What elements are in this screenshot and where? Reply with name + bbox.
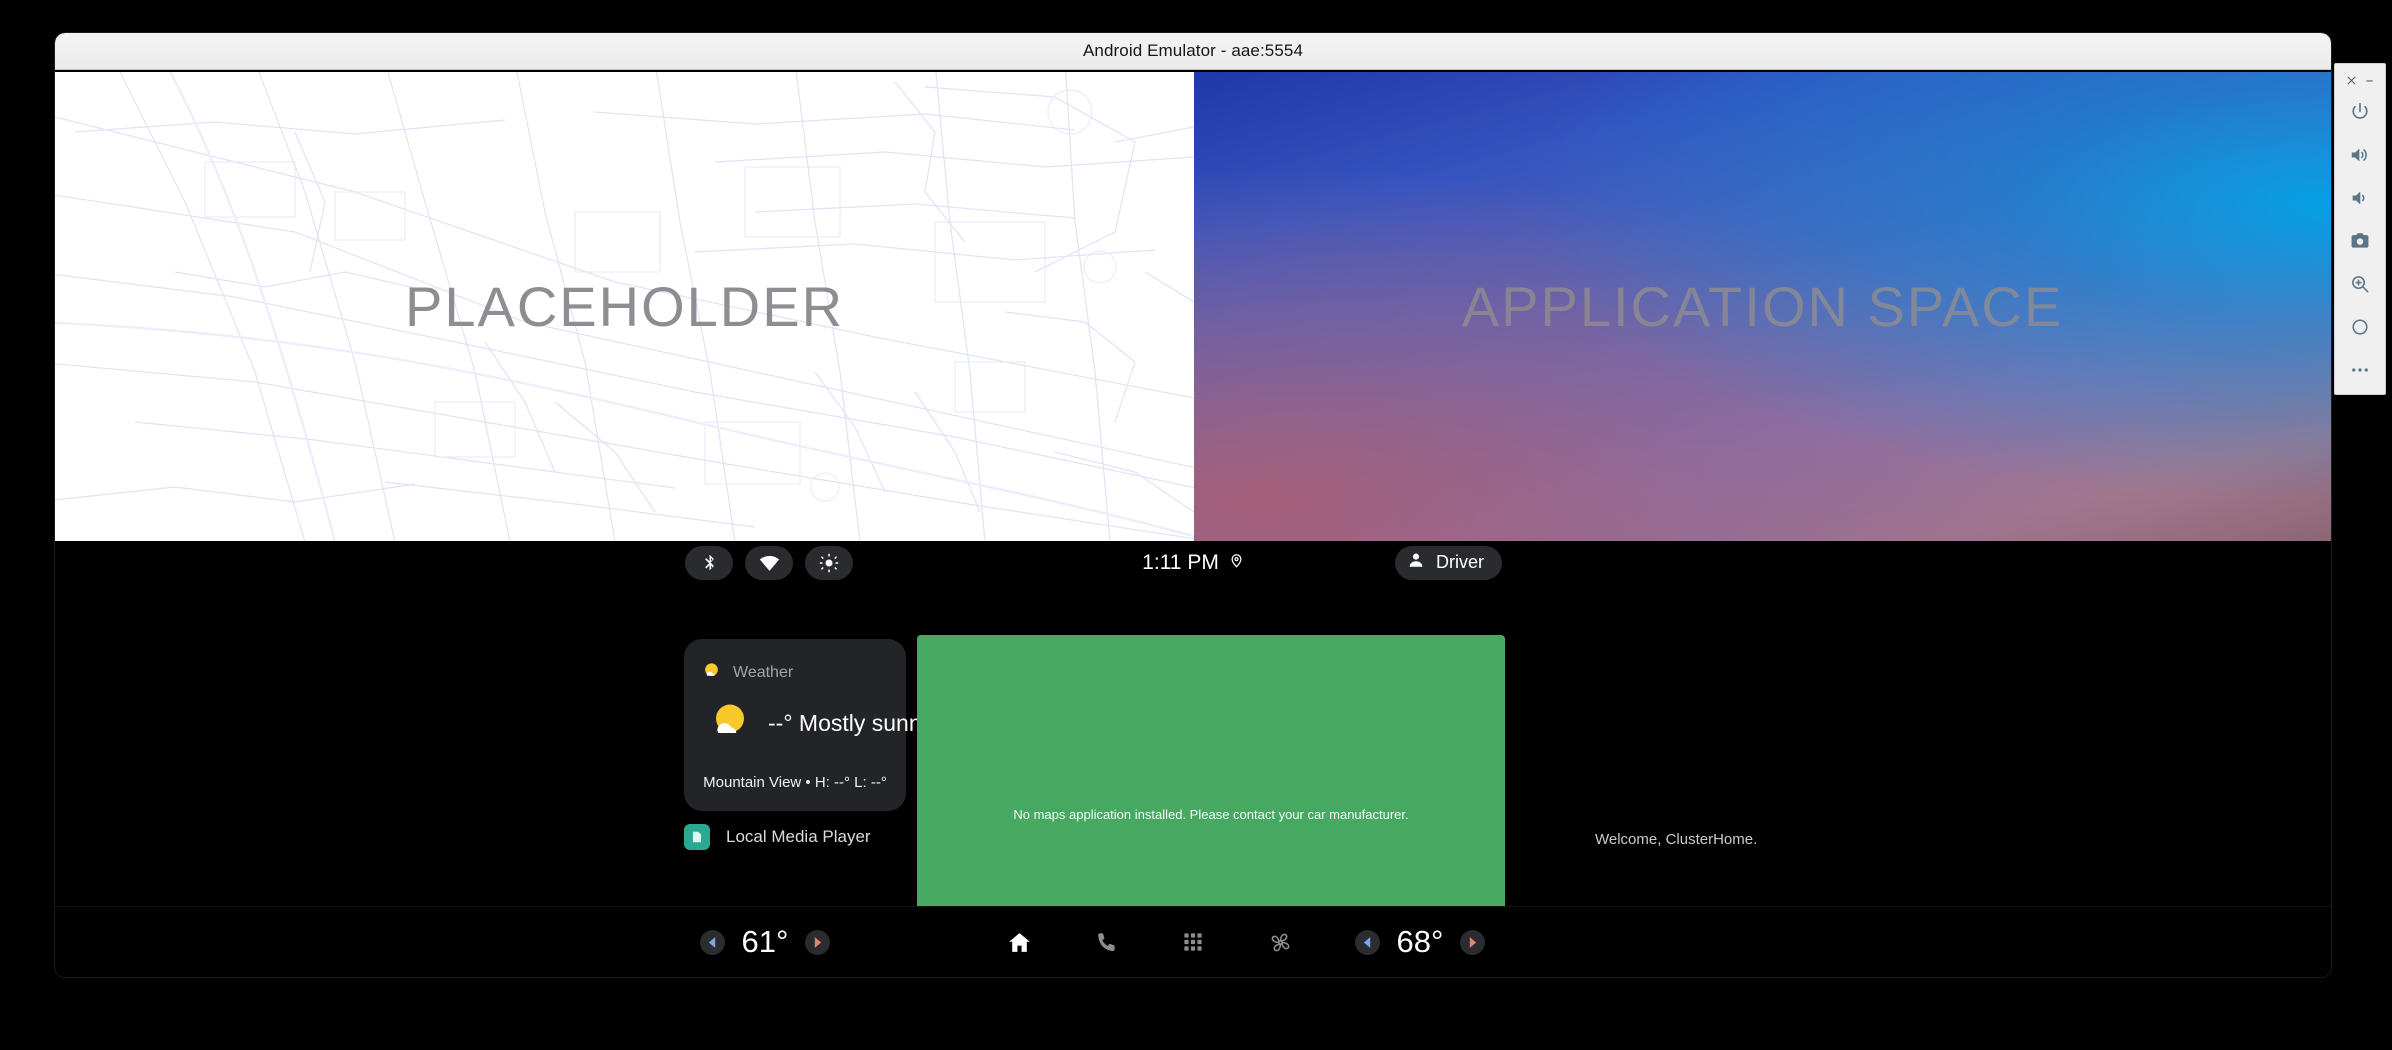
weather-card-main: --° Mostly sunny	[710, 701, 933, 746]
circle-icon[interactable]	[2340, 308, 2380, 346]
maps-empty-message: No maps application installed. Please co…	[1013, 806, 1409, 822]
nav-apps-button[interactable]	[1173, 922, 1213, 962]
screen-root: Android Emulator - aae:5554 PLACEHOLDER …	[0, 0, 2392, 1050]
weather-location-highlow: Mountain View • H: --° L: --°	[703, 774, 887, 791]
close-icon[interactable]	[2344, 73, 2358, 87]
emulator-window: Android Emulator - aae:5554 PLACEHOLDER …	[55, 33, 2331, 977]
top-panes: PLACEHOLDER APPLICATION SPACE	[55, 72, 2331, 541]
weather-condition: --° Mostly sunny	[768, 710, 934, 736]
ellipsis-icon[interactable]	[2340, 351, 2380, 389]
nav-phone-button[interactable]	[1086, 922, 1126, 962]
camera-icon[interactable]	[2340, 222, 2380, 260]
map-streets-graphic	[55, 72, 1194, 541]
weather-card-header: Weather	[702, 661, 793, 685]
bottom-nav-bar: 61° 68°	[55, 906, 2331, 977]
user-profile-label: Driver	[1436, 552, 1484, 572]
cluster-welcome-message: Welcome, ClusterHome.	[1595, 831, 1758, 848]
media-app-icon	[684, 824, 710, 850]
partly-sunny-icon-small	[702, 661, 721, 685]
clock: 1:11 PM	[1142, 550, 1219, 574]
volume-up-icon[interactable]	[2340, 136, 2380, 174]
nav-icon-group	[55, 922, 2331, 962]
passenger-temp-decrease-button[interactable]	[1355, 929, 1380, 955]
local-media-player-label: Local Media Player	[726, 827, 871, 846]
nav-home-button[interactable]	[999, 922, 1039, 962]
window-titlebar[interactable]: Android Emulator - aae:5554	[55, 33, 2331, 70]
window-title: Android Emulator - aae:5554	[1082, 41, 1304, 60]
map-placeholder-pane[interactable]: PLACEHOLDER	[55, 72, 1194, 541]
nav-climate-fan-button[interactable]	[1260, 922, 1300, 962]
passenger-temp-increase-button[interactable]	[1460, 929, 1485, 955]
user-profile-button[interactable]: Driver	[1395, 545, 1502, 580]
emulator-side-toolbar	[2334, 63, 2386, 395]
status-center: 1:11 PM	[55, 551, 2331, 575]
device-screen: PLACEHOLDER APPLICATION SPACE 1:11 PM Dr…	[55, 72, 2331, 977]
status-bar: 1:11 PM Driver	[55, 541, 2331, 584]
weather-card[interactable]: Weather --° Mostly sunny Mountain View •…	[684, 639, 933, 811]
passenger-temp-value: 68°	[1396, 924, 1444, 959]
app-pane-label: APPLICATION SPACE	[1461, 275, 2064, 338]
local-media-player-item[interactable]: Local Media Player	[684, 824, 871, 850]
status-right: Driver	[1395, 545, 1502, 580]
toolbar-window-buttons	[2335, 64, 2385, 87]
volume-down-icon[interactable]	[2340, 179, 2380, 217]
application-space-pane[interactable]: APPLICATION SPACE	[1194, 72, 2331, 541]
toolbar-buttons	[2335, 93, 2385, 389]
home-body: Weather --° Mostly sunny Mountain View •…	[55, 584, 2331, 977]
minimize-icon[interactable]	[2362, 73, 2376, 87]
weather-card-label: Weather	[733, 664, 794, 681]
person-icon	[1407, 551, 1425, 574]
magnifier-plus-icon[interactable]	[2340, 265, 2380, 303]
passenger-temp-control: 68°	[1355, 924, 1485, 960]
location-pin-icon	[1229, 551, 1244, 575]
partly-sunny-icon	[710, 701, 750, 746]
power-icon[interactable]	[2340, 93, 2380, 131]
